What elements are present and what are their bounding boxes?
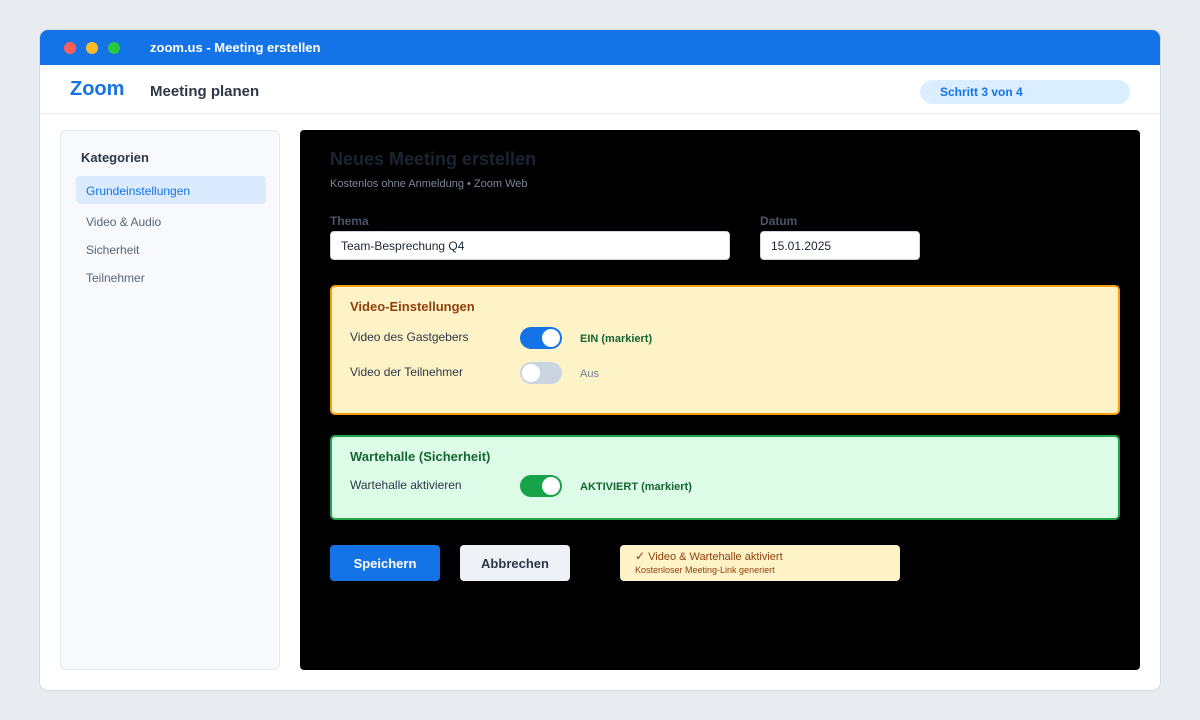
participant-video-toggle[interactable] <box>520 362 562 384</box>
status-notice: ✓ Video & Wartehalle aktiviert Kostenlos… <box>620 545 900 581</box>
main-title: Neues Meeting erstellen <box>330 149 537 169</box>
page-title: Meeting planen <box>150 83 260 100</box>
video-settings-panel: Video-Einstellungen Video des Gastgebers… <box>330 285 1120 415</box>
notice-line-2: Kostenloser Meeting-Link generiert <box>635 565 775 575</box>
main-subtitle: Kostenlos ohne Anmeldung • Zoom Web <box>330 178 528 190</box>
app-window: zoom.us - Meeting erstellen Zoom Meeting… <box>40 30 1160 690</box>
waiting-room-title: Wartehalle (Sicherheit) <box>350 449 491 464</box>
toggle-knob <box>542 477 560 495</box>
host-video-label: Video des Gastgebers <box>350 330 469 344</box>
sidebar-heading: Kategorien <box>81 150 149 165</box>
sidebar-item-grundeinstellungen[interactable]: Grundeinstellungen <box>76 176 266 204</box>
waiting-room-state: AKTIVIERT (markiert) <box>580 481 692 493</box>
topic-input[interactable] <box>330 231 730 260</box>
main-content: Neues Meeting erstellen Kostenlos ohne A… <box>300 130 1140 670</box>
date-input[interactable] <box>760 231 920 260</box>
topic-label: Thema <box>330 214 369 228</box>
sidebar-item-sicherheit[interactable]: Sicherheit <box>76 235 266 263</box>
notice-line-1: ✓ Video & Wartehalle aktiviert <box>635 549 900 563</box>
save-button[interactable]: Speichern <box>330 545 440 581</box>
sidebar-item-teilnehmer[interactable]: Teilnehmer <box>76 263 266 291</box>
minimize-window-button[interactable] <box>86 42 98 54</box>
step-indicator: Schritt 3 von 4 <box>920 80 1130 104</box>
host-video-state: EIN (markiert) <box>580 333 653 345</box>
video-settings-title: Video-Einstellungen <box>350 299 475 314</box>
participant-video-state: Aus <box>580 368 599 380</box>
date-label: Datum <box>760 214 798 228</box>
toggle-knob <box>522 364 540 382</box>
waiting-room-label: Wartehalle aktivieren <box>350 478 462 492</box>
sidebar-item-video-audio[interactable]: Video & Audio <box>76 207 266 235</box>
zoom-logo[interactable]: Zoom <box>70 78 124 101</box>
waiting-room-panel: Wartehalle (Sicherheit) Wartehalle aktiv… <box>330 435 1120 520</box>
title-bar: zoom.us - Meeting erstellen <box>40 30 1160 65</box>
toggle-knob <box>542 329 560 347</box>
close-window-button[interactable] <box>64 42 76 54</box>
participant-video-label: Video der Teilnehmer <box>350 365 463 379</box>
notice-line-1-text: Video & Wartehalle aktiviert <box>648 551 783 563</box>
window-title: zoom.us - Meeting erstellen <box>150 40 321 55</box>
app-header: Zoom Meeting planen Schritt 3 von 4 <box>40 65 1160 114</box>
sidebar: Kategorien Grundeinstellungen Video & Au… <box>60 130 280 670</box>
host-video-toggle[interactable] <box>520 327 562 349</box>
check-icon: ✓ <box>635 549 646 563</box>
cancel-button[interactable]: Abbrechen <box>460 545 570 581</box>
maximize-window-button[interactable] <box>108 42 120 54</box>
waiting-room-toggle[interactable] <box>520 475 562 497</box>
